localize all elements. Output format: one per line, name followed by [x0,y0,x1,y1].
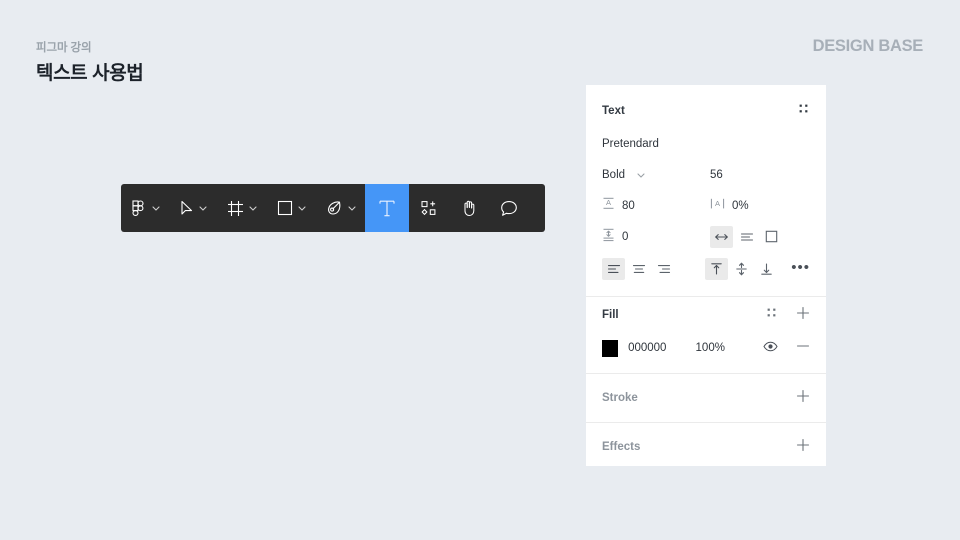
paragraph-spacing-value: 0 [622,230,629,243]
cursor-arrow-icon [180,200,194,217]
inspector-panel: Text Pretendard Bold 56 A 80 A 0% 0 ••• … [586,85,826,466]
chevron-down-icon[interactable] [249,205,257,211]
fill-section: Fill 000000 100% [586,297,826,373]
stroke-section-header: Stroke [602,374,810,422]
stroke-section-title: Stroke [602,392,638,404]
chevron-down-icon[interactable] [348,205,356,211]
tool-figma-menu[interactable] [121,184,169,232]
text-section-header: Text [602,93,810,129]
eye-icon[interactable] [763,339,778,357]
text-more-options-button[interactable]: ••• [791,260,810,279]
svg-text:A: A [715,199,720,208]
text-section-title: Text [602,105,625,117]
fill-color-swatch[interactable] [602,339,619,357]
align-center-icon[interactable] [627,258,650,280]
pen-icon [326,200,343,217]
fixed-size-icon[interactable] [760,226,783,248]
chevron-down-icon[interactable] [152,205,160,211]
chevron-down-icon[interactable] [199,205,207,211]
line-height-field[interactable]: A 80 [602,197,710,214]
tool-shape[interactable] [266,184,315,232]
add-stroke-button[interactable] [796,389,810,408]
resize-mode-group [710,225,783,248]
letter-spacing-icon: A [710,197,725,214]
figma-toolbar [121,184,545,232]
alignment-row: ••• [602,252,810,286]
tool-text[interactable] [365,184,409,232]
tool-comment[interactable] [489,184,529,232]
font-weight-field[interactable]: Bold [602,169,710,181]
line-height-icon: A [602,197,615,214]
fill-section-title: Fill [602,309,619,321]
figma-logo-icon [132,199,147,217]
style-dots-icon[interactable] [766,306,778,324]
stroke-section: Stroke [586,374,826,422]
font-weight-value: Bold [602,168,626,181]
align-middle-icon[interactable] [730,258,753,280]
auto-width-icon[interactable] [710,225,733,248]
components-actions-icon [420,200,438,217]
horizontal-align-group [602,258,675,280]
page-title: 텍스트 사용법 [36,63,144,84]
paragraph-spacing-resize-row: 0 [602,221,810,252]
align-top-icon[interactable] [705,258,728,280]
style-dots-icon[interactable] [798,102,810,120]
chevron-down-icon[interactable] [637,169,645,181]
header-eyebrow: 피그마 강의 [36,42,92,54]
vertical-align-group [705,258,778,280]
add-effect-button[interactable] [796,438,810,457]
comment-bubble-icon [500,200,518,217]
effects-section-header: Effects [602,423,810,471]
hand-icon [461,199,478,217]
paragraph-spacing-icon [602,228,615,246]
tool-frame[interactable] [216,184,266,232]
text-properties-section: Text Pretendard Bold 56 A 80 A 0% 0 ••• [586,85,826,296]
frame-icon [227,200,244,217]
letter-spacing-value: 0% [732,199,749,212]
tool-hand[interactable] [449,184,489,232]
auto-height-icon[interactable] [735,226,758,248]
font-weight-size-row: Bold 56 [602,159,810,190]
add-fill-button[interactable] [796,306,810,325]
fill-opacity-value[interactable]: 100% [696,342,763,354]
fill-hex-value[interactable]: 000000 [628,342,695,354]
chevron-down-icon[interactable] [298,205,306,211]
line-height-value: 80 [622,199,635,212]
fill-section-header: Fill [602,297,810,333]
font-family-value: Pretendard [602,138,659,150]
remove-fill-button[interactable] [796,339,810,358]
align-right-icon[interactable] [652,258,675,280]
fill-color-row: 000000 100% [602,333,810,363]
effects-section-title: Effects [602,441,641,453]
align-left-icon[interactable] [602,258,625,280]
letter-spacing-field[interactable]: A 0% [710,197,810,214]
tool-actions[interactable] [409,184,449,232]
font-family-field[interactable]: Pretendard [602,129,810,159]
brand-logo: DESIGN BASE [812,37,924,55]
text-t-icon [378,199,396,218]
rectangle-icon [277,200,293,216]
line-height-letter-spacing-row: A 80 A 0% [602,190,810,221]
tool-pen[interactable] [315,184,365,232]
font-size-field[interactable]: 56 [710,169,723,181]
svg-text:A: A [606,198,611,207]
align-bottom-icon[interactable] [755,258,778,280]
paragraph-spacing-field[interactable]: 0 [602,228,710,246]
effects-section: Effects [586,423,826,471]
tool-move[interactable] [169,184,216,232]
